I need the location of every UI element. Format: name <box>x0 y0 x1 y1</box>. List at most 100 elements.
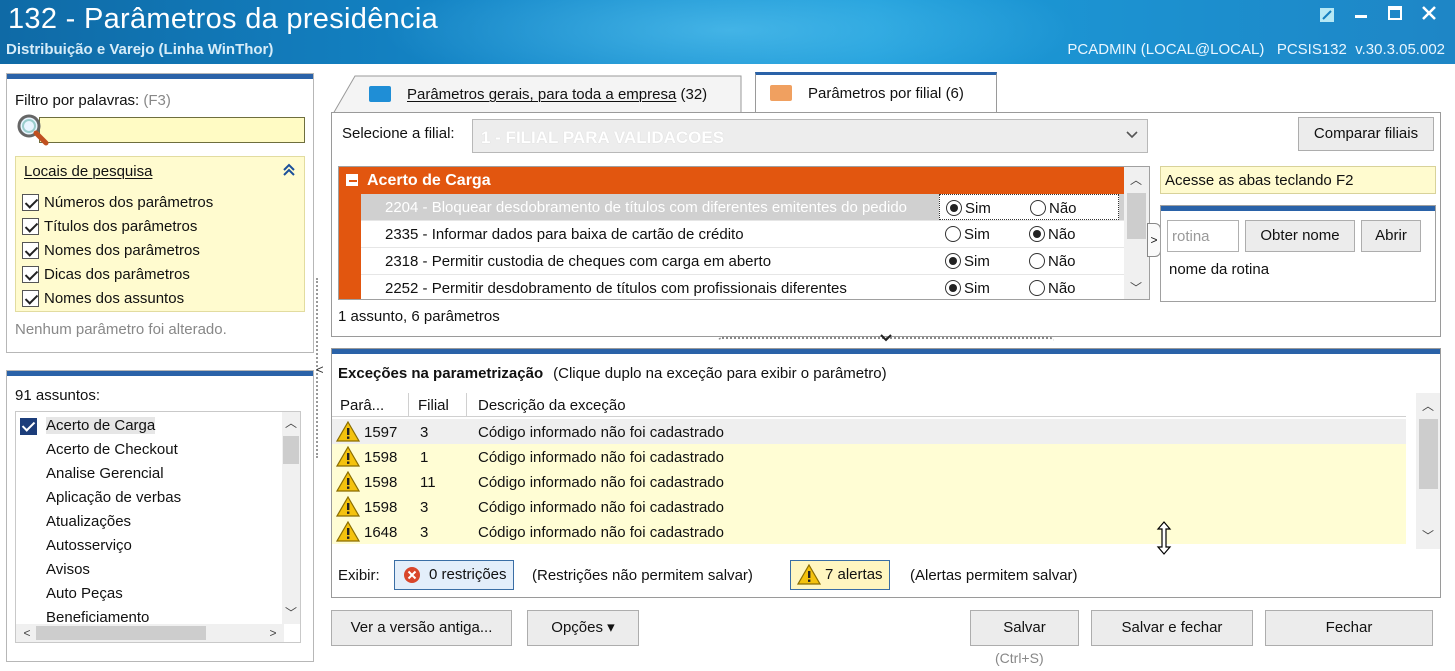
checkbox[interactable] <box>22 265 39 283</box>
checkbox[interactable] <box>22 217 39 235</box>
checkbox[interactable] <box>22 289 39 307</box>
close-button[interactable]: Fechar <box>1265 610 1433 646</box>
param-row[interactable]: 2318 - Permitir custodia de cheques com … <box>361 248 1124 275</box>
filter-label-text: Filtro por palavras: <box>15 92 140 109</box>
tab-parametros-gerais[interactable]: Parâmetros gerais, para toda a empresa (… <box>333 74 743 114</box>
checkbox[interactable] <box>22 241 39 259</box>
title-bar: 132 - Parâmetros da presidência Distribu… <box>0 0 1455 64</box>
folder-icon <box>770 85 792 101</box>
rotina-input[interactable]: rotina <box>1167 220 1239 252</box>
filial-label: Selecione a filial: <box>342 125 455 142</box>
list-item-label: Acerto de Carga <box>46 417 156 434</box>
list-item[interactable]: Atualizações <box>16 510 284 534</box>
radio-sim[interactable]: Sim <box>945 226 990 243</box>
minimize-icon[interactable] <box>1349 4 1373 26</box>
old-version-button[interactable]: Ver a versão antiga... <box>331 610 512 646</box>
option-numeros[interactable]: Números dos parâmetros <box>22 191 213 213</box>
vertical-scrollbar[interactable]: ︿ ﹀ <box>282 412 300 624</box>
save-close-button[interactable]: Salvar e fechar <box>1091 610 1253 646</box>
radio-sim[interactable]: Sim <box>946 200 991 217</box>
scroll-up-icon[interactable]: ︿ <box>1127 171 1145 189</box>
maximize-icon[interactable] <box>1383 4 1407 26</box>
column-header[interactable]: Parâ... <box>340 397 384 414</box>
option-assuntos[interactable]: Nomes dos assuntos <box>22 287 184 309</box>
option-nomes[interactable]: Nomes dos parâmetros <box>22 239 200 261</box>
search-input[interactable] <box>39 117 305 143</box>
collapse-icon[interactable] <box>346 174 358 186</box>
exceptions-panel: Exceções na parametrização (Clique duplo … <box>331 348 1441 598</box>
table-row[interactable]: 1597 3 Código informado não foi cadastra… <box>332 419 1406 444</box>
expand-right-icon[interactable]: > <box>1147 223 1161 257</box>
chevron-down-icon[interactable] <box>880 333 892 346</box>
param-row[interactable]: 2335 - Informar dados para baixa de cart… <box>361 221 1124 248</box>
scroll-right-icon[interactable]: > <box>264 624 282 642</box>
scroll-thumb[interactable] <box>1419 419 1438 489</box>
exibir-label: Exibir: <box>338 567 380 584</box>
restricoes-note: (Restrições não permitem salvar) <box>532 567 753 584</box>
option-titulos[interactable]: Títulos dos parâmetros <box>22 215 197 237</box>
alertas-button[interactable]: 7 alertas <box>790 560 890 590</box>
list-item[interactable]: Auto Peças <box>16 582 284 606</box>
rotina-box: rotina Obter nome Abrir nome da rotina <box>1160 205 1436 302</box>
filter-label: Filtro por palavras: (F3) <box>15 92 171 109</box>
abrir-button[interactable]: Abrir <box>1361 220 1421 252</box>
scroll-thumb[interactable] <box>283 436 299 464</box>
radio-nao[interactable]: Não <box>1030 200 1077 217</box>
option-dicas[interactable]: Dicas dos parâmetros <box>22 263 190 285</box>
table-row[interactable]: 1598 1 Código informado não foi cadastra… <box>332 444 1406 469</box>
checkbox[interactable] <box>22 193 39 211</box>
list-item[interactable]: Acerto de Carga <box>16 414 176 438</box>
option-label: Títulos dos parâmetros <box>44 217 198 235</box>
restricoes-button[interactable]: 0 restrições <box>394 560 514 590</box>
search-icon <box>15 112 51 148</box>
table-row[interactable]: 1598 3 Código informado não foi cadastra… <box>332 494 1406 519</box>
radio-sim[interactable]: Sim <box>945 253 990 270</box>
radio-nao[interactable]: Não <box>1029 280 1076 297</box>
caret-down-icon: ▾ <box>607 619 615 636</box>
horizontal-scrollbar[interactable]: < > <box>16 624 284 642</box>
radio-nao[interactable]: Não <box>1029 253 1076 270</box>
restore-icon[interactable] <box>1315 4 1339 26</box>
save-button[interactable]: Salvar <box>970 610 1079 646</box>
checkbox[interactable] <box>20 418 37 435</box>
options-button[interactable]: Opções ▾ <box>527 610 639 646</box>
scroll-down-icon[interactable]: ﹀ <box>1419 527 1437 545</box>
close-icon[interactable] <box>1417 4 1441 26</box>
group-header[interactable]: Acerto de Carga <box>339 167 1124 194</box>
subject-list[interactable]: Acerto de Carga Acerto de Checkout Anali… <box>15 411 301 643</box>
list-item[interactable]: Autosserviço <box>16 534 284 558</box>
alertas-label: 7 alertas <box>825 566 883 583</box>
vertical-scrollbar[interactable]: ︿ ﹀ <box>1416 393 1440 549</box>
scroll-down-icon[interactable]: ﹀ <box>1127 279 1145 297</box>
collapse-icon[interactable] <box>282 163 296 181</box>
table-row[interactable]: 1598 11 Código informado não foi cadastr… <box>332 469 1406 494</box>
filter-shortcut: (F3) <box>143 92 171 109</box>
scroll-up-icon[interactable]: ︿ <box>282 414 300 432</box>
param-text: 2335 - Informar dados para baixa de cart… <box>385 226 744 243</box>
scroll-thumb[interactable] <box>36 626 206 640</box>
vertical-scrollbar[interactable]: ︿ ﹀ <box>1124 167 1149 299</box>
tab-label: Parâmetros por filial <box>808 85 942 102</box>
column-header[interactable]: Filial <box>418 397 449 414</box>
tab-parametros-filial[interactable]: Parâmetros por filial (6) <box>755 72 997 114</box>
list-item[interactable]: Analise Gerencial <box>16 462 284 486</box>
tab-label: Parâmetros gerais, para toda a empresa <box>407 86 677 103</box>
scroll-left-icon[interactable]: < <box>18 624 36 642</box>
scroll-up-icon[interactable]: ︿ <box>1419 397 1437 415</box>
param-row[interactable]: 2252 - Permitir desdobramento de títulos… <box>361 275 1124 299</box>
scroll-down-icon[interactable]: ﹀ <box>282 604 300 622</box>
list-item[interactable]: Avisos <box>16 558 284 582</box>
radio-sim[interactable]: Sim <box>945 280 990 297</box>
param-row[interactable]: 2204 - Bloquear desdobramento de títulos… <box>361 194 1124 221</box>
scroll-thumb[interactable] <box>1127 193 1146 239</box>
table-row[interactable]: 1648 3 Código informado não foi cadastra… <box>332 519 1406 544</box>
obter-nome-button[interactable]: Obter nome <box>1245 220 1355 252</box>
radio-nao[interactable]: Não <box>1029 226 1076 243</box>
list-item[interactable]: Aplicação de verbas <box>16 486 284 510</box>
column-header[interactable]: Descrição da exceção <box>478 397 626 414</box>
compare-filiais-button[interactable]: Comparar filiais <box>1298 117 1434 151</box>
cell-filial: 1 <box>420 449 429 466</box>
filial-select[interactable]: 1 - FILIAL PARA VALIDACOES <box>472 119 1148 153</box>
collapse-left-icon[interactable]: < <box>316 362 324 377</box>
list-item[interactable]: Acerto de Checkout <box>16 438 284 462</box>
